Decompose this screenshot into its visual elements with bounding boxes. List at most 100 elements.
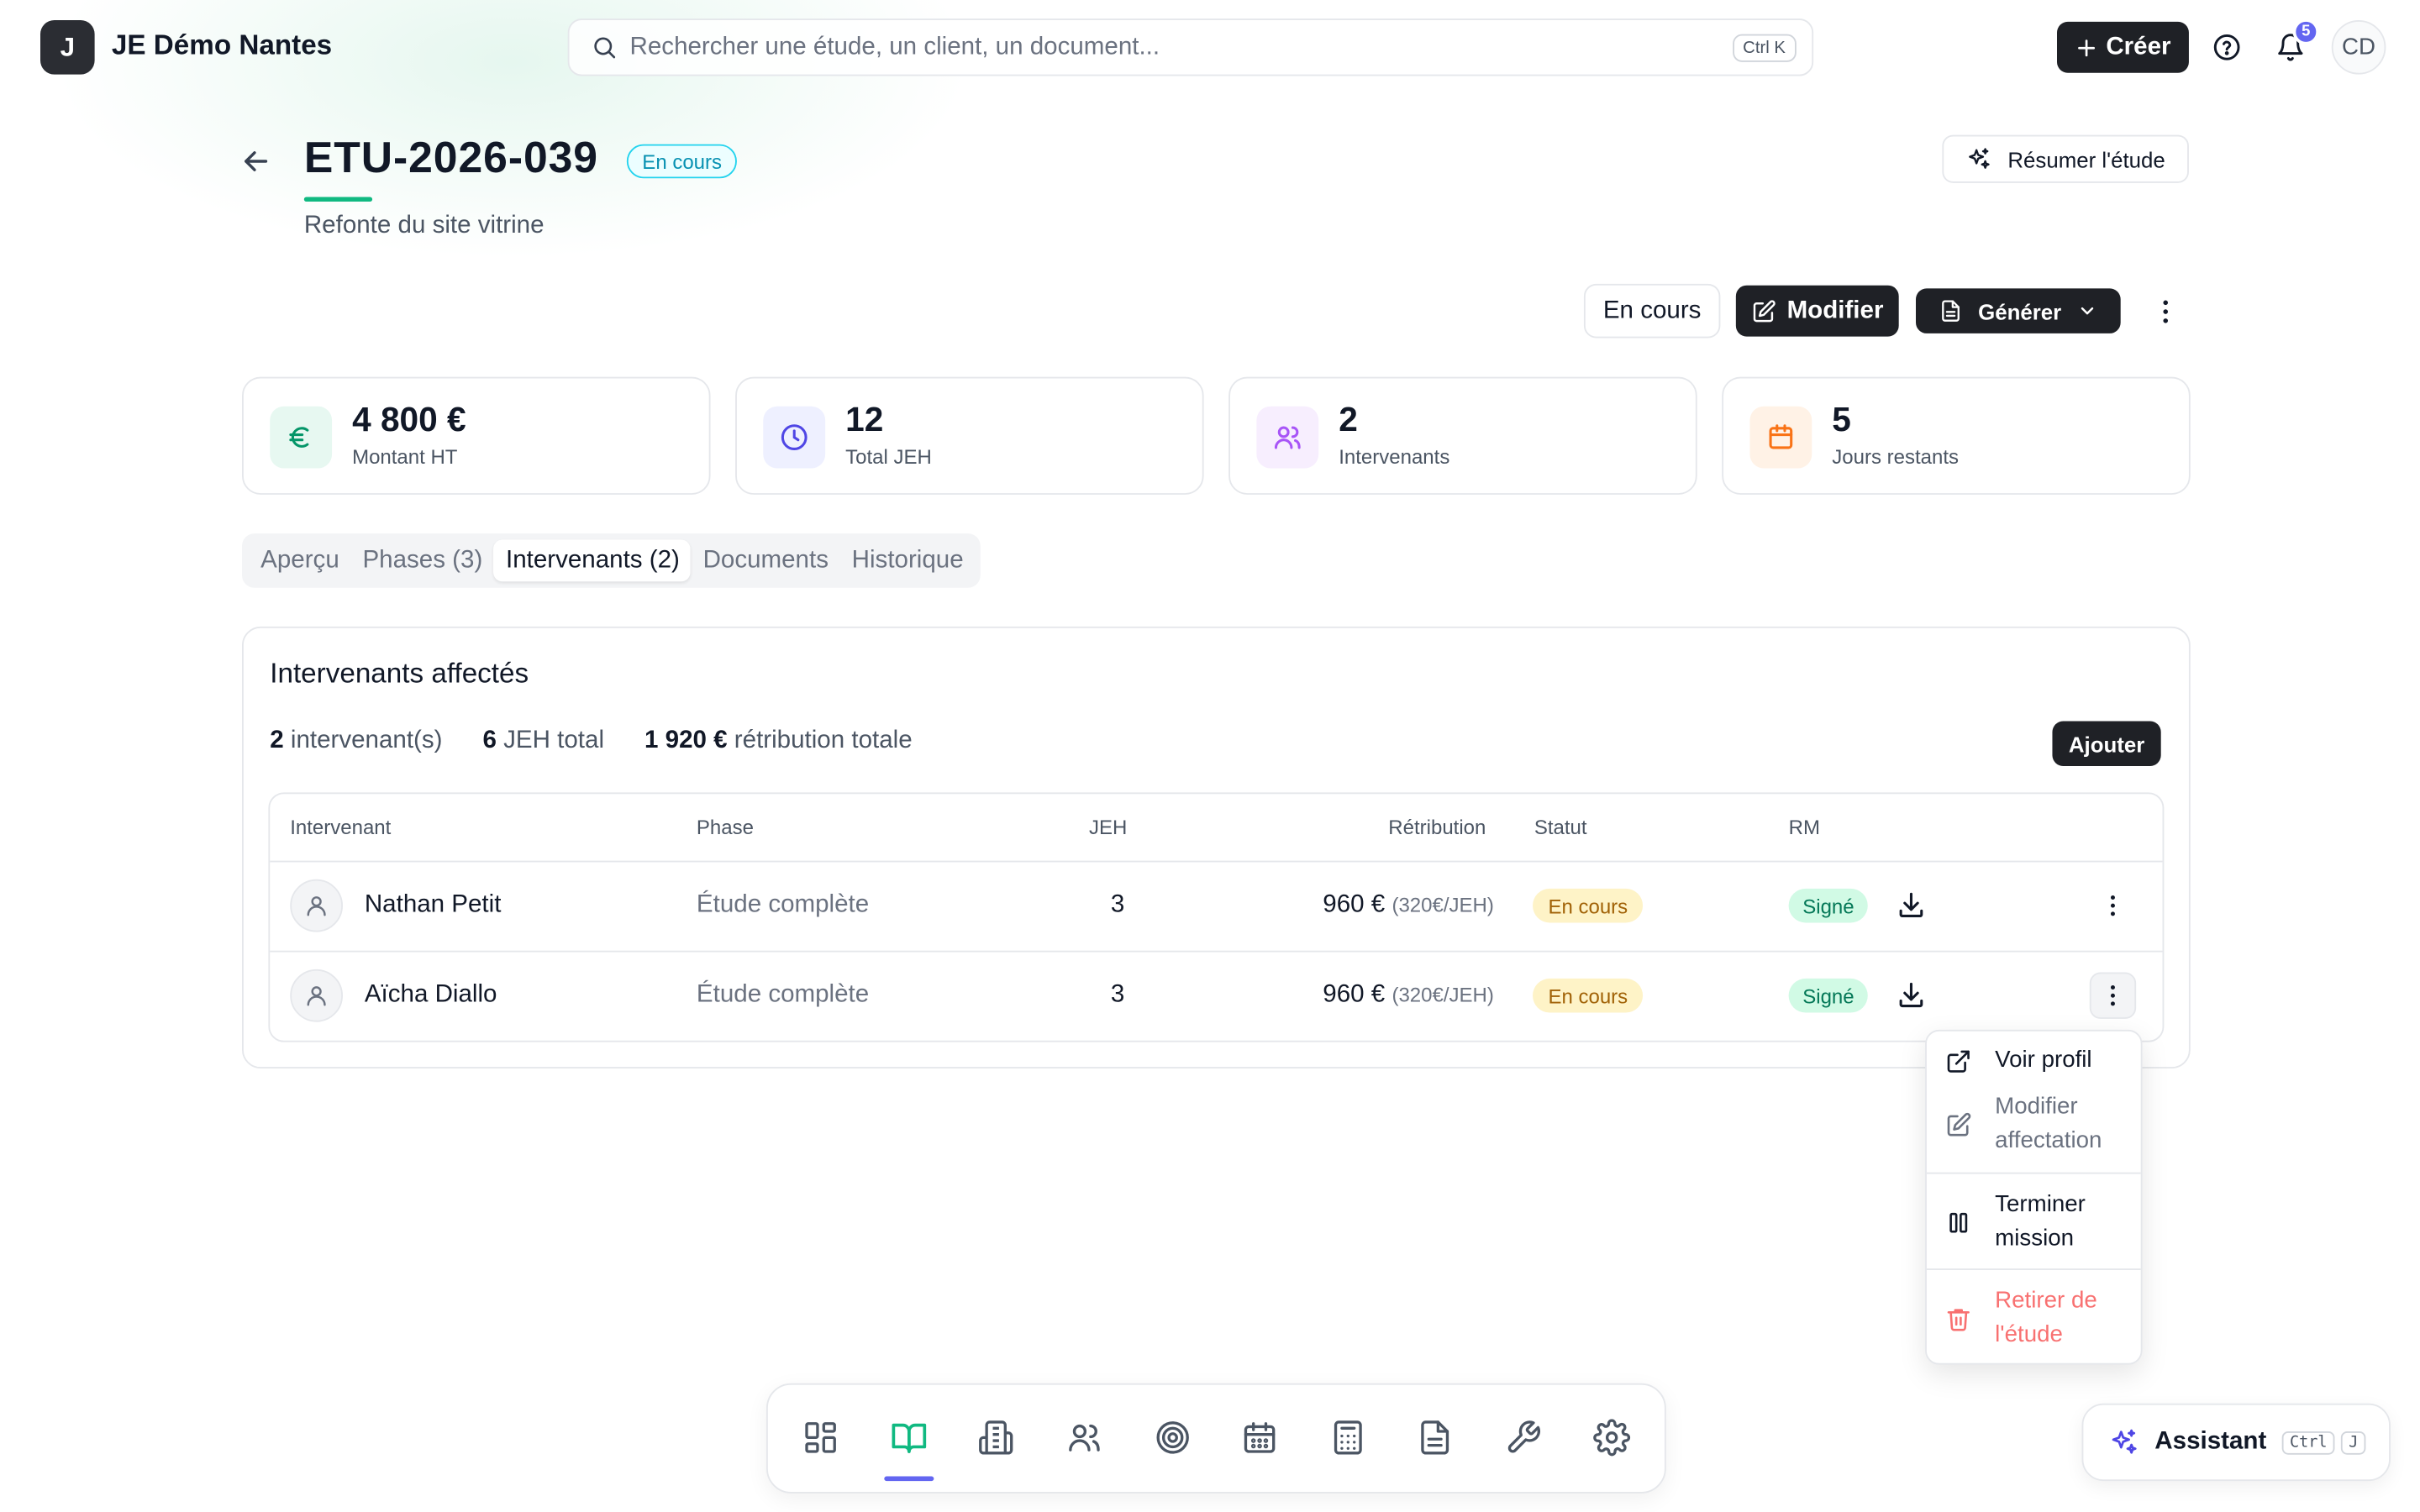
generate-button[interactable]: Générer xyxy=(1916,288,2121,333)
tab-intervenants[interactable]: Intervenants (2) xyxy=(493,539,691,582)
settings-icon xyxy=(1593,1419,1631,1457)
page-title: ETU-2026-039 xyxy=(303,133,598,182)
menu-item-edit-assignment[interactable]: Modifier affectation xyxy=(1945,1090,2102,1158)
assignments-summary: 2 intervenant(s) 6 JEH total 1 920 € rét… xyxy=(270,727,912,755)
page-subtitle: Refonte du site vitrine xyxy=(303,212,544,239)
chevron-down-icon xyxy=(2077,301,2097,321)
menu-item-remove[interactable]: Retirer de l'étude xyxy=(1945,1284,2097,1352)
dock-accounting[interactable] xyxy=(1325,1415,1371,1461)
stat-card-days: 5 Jours restants xyxy=(1722,376,2191,495)
tab-documents[interactable]: Documents xyxy=(691,539,839,581)
tab-overview[interactable]: Aperçu xyxy=(248,539,350,581)
org-name[interactable]: JE Démo Nantes xyxy=(112,29,332,62)
tab-bar: Aperçu Phases (3) Intervenants (2) Docum… xyxy=(242,533,981,588)
stat-icon-box xyxy=(270,406,333,469)
search-icon xyxy=(591,34,617,60)
title-accent xyxy=(303,197,373,202)
search-bar[interactable]: Rechercher une étude, un client, un docu… xyxy=(567,18,1814,76)
app-page: J JE Démo Nantes Rechercher une étude, u… xyxy=(0,0,2420,1512)
status-select-button[interactable]: En cours xyxy=(1583,283,1721,339)
download-button[interactable] xyxy=(1896,980,1927,1011)
dock-studies[interactable] xyxy=(886,1415,932,1461)
assistant-button[interactable]: Assistant Ctrl J xyxy=(2081,1403,2391,1482)
building-icon xyxy=(977,1419,1014,1456)
help-icon xyxy=(2212,32,2241,61)
help-button[interactable] xyxy=(2203,24,2249,70)
summarize-button[interactable]: Résumer l'étude xyxy=(1942,134,2189,183)
search-input[interactable]: Rechercher une étude, un client, un docu… xyxy=(630,34,1733,61)
users-icon xyxy=(1065,1419,1102,1456)
org-logo[interactable]: J xyxy=(40,20,95,75)
document-icon xyxy=(1417,1419,1454,1456)
stat-label: Total JEH xyxy=(845,444,932,469)
rm-badge: Signé xyxy=(1788,888,1869,923)
stat-icon-box xyxy=(1749,406,1812,469)
menu-divider xyxy=(1926,1172,2141,1174)
user-icon xyxy=(290,879,344,932)
menu-item-view-profile[interactable]: Voir profil xyxy=(1945,1043,2092,1078)
external-link-icon xyxy=(1945,1043,1973,1078)
dock-settings[interactable] xyxy=(1588,1415,1634,1461)
rm-badge: Signé xyxy=(1788,978,1869,1013)
menu-item-end-mission[interactable]: Terminer mission xyxy=(1945,1188,2086,1256)
arrow-left-icon xyxy=(239,144,273,179)
edit-icon xyxy=(1945,1090,1973,1158)
tab-history[interactable]: Historique xyxy=(839,539,975,581)
stat-label: Montant HT xyxy=(352,444,458,469)
status-badge: En cours xyxy=(1533,978,1644,1013)
more-actions-button[interactable] xyxy=(2143,288,2189,334)
modify-button[interactable]: Modifier xyxy=(1735,285,1899,337)
trash-icon xyxy=(1945,1284,1973,1352)
download-icon xyxy=(1896,890,1927,921)
user-avatar[interactable]: CD xyxy=(2331,20,2386,75)
stat-icon-box xyxy=(1256,406,1319,469)
dock-documents[interactable] xyxy=(1412,1415,1458,1461)
dock-members[interactable] xyxy=(1061,1415,1107,1461)
summarize-label: Résumer l'étude xyxy=(2007,146,2165,172)
dock-prospection[interactable] xyxy=(1150,1415,1196,1461)
table-row[interactable] xyxy=(290,879,344,932)
jeh-cell: 3 xyxy=(1110,981,1125,1009)
column-header: Phase xyxy=(696,816,755,839)
intervenant-name[interactable]: Nathan Petit xyxy=(365,892,502,920)
summary-retribution: 1 920 € rétribution totale xyxy=(644,727,913,754)
columns-icon xyxy=(1945,1188,1973,1256)
dock-clients[interactable] xyxy=(973,1415,1019,1461)
stat-value: 2 xyxy=(1339,400,1358,439)
status-badge: En cours xyxy=(1533,888,1644,923)
dock-tools[interactable] xyxy=(1500,1415,1546,1461)
shortcut-key: J xyxy=(2341,1431,2366,1454)
download-button[interactable] xyxy=(1896,890,1927,921)
modify-label: Modifier xyxy=(1786,297,1884,323)
tab-phases[interactable]: Phases (3) xyxy=(350,539,494,581)
retribution-cell: 960 € (320€/JEH) xyxy=(1323,891,1494,918)
sparkles-icon xyxy=(2108,1426,2139,1457)
more-vertical-icon xyxy=(2150,297,2181,328)
add-intervenant-button[interactable]: Ajouter xyxy=(2052,721,2161,767)
stat-card-amount: 4 800 € Montant HT xyxy=(242,376,711,495)
row-divider xyxy=(270,950,2163,953)
calendar-icon xyxy=(1765,422,1797,453)
status-badge: En cours xyxy=(626,144,738,179)
calculator-icon xyxy=(1329,1419,1366,1456)
table-row[interactable] xyxy=(290,969,344,1022)
dock-calendar[interactable] xyxy=(1236,1415,1282,1461)
row-actions-button[interactable] xyxy=(2089,972,2137,1019)
create-button[interactable]: Créer xyxy=(2057,21,2189,73)
intervenant-name[interactable]: Aïcha Diallo xyxy=(365,982,497,1010)
summary-jeh: 6 JEH total xyxy=(482,727,605,754)
dock-dashboard[interactable] xyxy=(797,1415,844,1461)
column-header: RM xyxy=(1788,816,1820,839)
back-button[interactable] xyxy=(239,144,273,179)
wrench-icon xyxy=(1505,1419,1542,1456)
generate-label: Générer xyxy=(1978,298,2062,323)
stat-value: 5 xyxy=(1832,400,1851,439)
stat-label: Intervenants xyxy=(1339,444,1450,469)
retribution-cell: 960 € (320€/JEH) xyxy=(1323,981,1494,1009)
more-vertical-icon xyxy=(2099,982,2127,1010)
stat-value: 12 xyxy=(845,400,884,439)
column-header: Statut xyxy=(1534,816,1587,839)
column-header: JEH xyxy=(1089,816,1128,839)
user-icon xyxy=(290,969,344,1022)
row-actions-button[interactable] xyxy=(2090,882,2136,928)
